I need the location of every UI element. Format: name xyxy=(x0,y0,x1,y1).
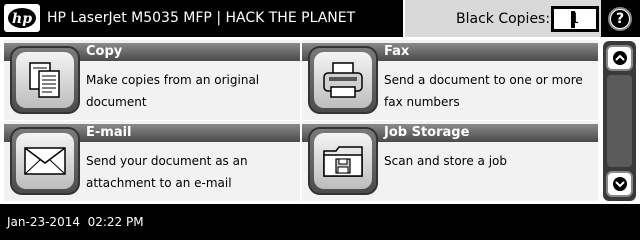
email-tile[interactable]: E-mail Send your document as an attachme… xyxy=(4,121,300,201)
copies-input[interactable] xyxy=(551,6,599,32)
scroll-down-button[interactable] xyxy=(606,171,633,197)
email-icon-button[interactable] xyxy=(10,127,80,195)
job-storage-description: Scan and store a job xyxy=(384,154,508,168)
chevron-up-icon xyxy=(612,51,627,65)
email-description: Send your document as an attachment to a… xyxy=(86,154,248,190)
job-storage-tile[interactable]: Job Storage Scan and store a job xyxy=(302,121,598,201)
date-time: Jan-23-2014 02:22 PM xyxy=(7,215,144,229)
copy-icon-button[interactable] xyxy=(10,46,80,114)
copies-label: Black Copies: xyxy=(456,11,551,27)
fax-tile[interactable]: Fax Send a document to one or more fax n… xyxy=(302,40,598,120)
email-icon xyxy=(24,147,66,175)
top-bar: hp HP LaserJet M5035 MFP | HACK THE PLAN… xyxy=(0,0,640,37)
copy-description: Make copies from an original document xyxy=(86,73,260,109)
help-icon: ? xyxy=(611,10,629,28)
hp-logo: hp xyxy=(4,4,40,32)
scroll-up-button[interactable] xyxy=(606,45,633,71)
copy-icon xyxy=(29,62,60,98)
fax-description: Send a document to one or more fax numbe… xyxy=(384,73,583,109)
device-title: HP LaserJet M5035 MFP | HACK THE PLANET xyxy=(47,10,356,26)
hp-logo-text: hp xyxy=(12,11,32,27)
copies-panel: Black Copies: xyxy=(403,0,601,37)
copy-tile[interactable]: Copy Make copies from an original docume… xyxy=(4,40,300,120)
fax-icon xyxy=(323,62,363,98)
email-title: E-mail xyxy=(86,125,132,140)
main-menu: Copy Make copies from an original docume… xyxy=(0,37,640,204)
scrollbar[interactable] xyxy=(603,41,636,201)
scroll-track[interactable] xyxy=(607,75,632,167)
status-bar: Jan-23-2014 02:22 PM xyxy=(0,204,640,240)
fax-icon-button[interactable] xyxy=(308,46,378,114)
copy-title: Copy xyxy=(86,44,123,59)
job-storage-icon xyxy=(323,146,363,177)
job-storage-title: Job Storage xyxy=(384,125,470,140)
fax-title: Fax xyxy=(384,44,410,59)
hp-logo-icon: hp xyxy=(8,8,36,28)
job-storage-icon-button[interactable] xyxy=(308,127,378,195)
text-cursor xyxy=(571,11,575,28)
help-button[interactable]: ? xyxy=(608,7,632,31)
chevron-down-icon xyxy=(612,177,627,191)
